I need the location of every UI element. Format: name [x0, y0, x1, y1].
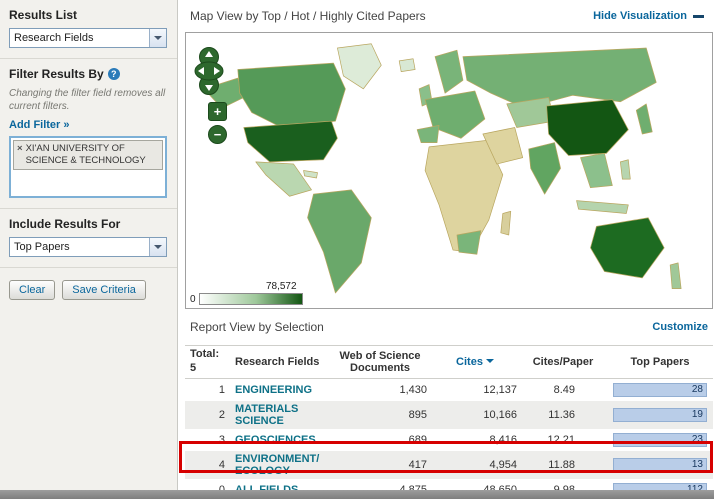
results-list-select[interactable]: Research Fields	[9, 28, 167, 48]
include-results-section: Include Results For Top Papers	[0, 209, 177, 268]
results-list-heading: Results List	[9, 8, 168, 22]
total-count: Total: 5	[185, 346, 231, 378]
top-papers-bar: 13	[613, 458, 707, 472]
zoom-in-button[interactable]: +	[208, 102, 227, 121]
column-header-cites[interactable]: Cites	[431, 354, 519, 370]
clear-button[interactable]: Clear	[9, 280, 55, 300]
filter-heading-label: Filter Results By	[9, 67, 104, 81]
filter-tag: × XI'AN UNIVERSITY OF SCIENCE & TECHNOLO…	[13, 140, 163, 170]
top-papers-bar: 23	[613, 433, 707, 447]
column-header-top-papers: Top Papers	[607, 354, 713, 370]
map-legend: 0 78,572	[190, 281, 303, 305]
docs-value: 417	[329, 457, 431, 473]
cites-value: 12,137	[431, 382, 519, 398]
map-pan-control[interactable]: + −	[194, 47, 224, 144]
report-header-bar: Report View by Selection Customize	[185, 309, 713, 346]
sidebar: Results List Research Fields Filter Resu…	[0, 0, 178, 490]
top-papers-bar: 28	[613, 383, 707, 397]
docs-value: 689	[329, 432, 431, 448]
active-filter-box[interactable]: × XI'AN UNIVERSITY OF SCIENCE & TECHNOLO…	[9, 136, 167, 198]
report-title: Report View by Selection	[190, 320, 324, 334]
results-list-section: Results List Research Fields	[0, 0, 177, 59]
table-row: 1 ENGINEERING 1,430 12,137 8.49 28	[185, 379, 713, 401]
legend-max-label: 78,572	[266, 281, 297, 292]
world-map[interactable]	[186, 33, 712, 308]
field-link[interactable]: ENVIRONMENT/ECOLOGY	[235, 453, 319, 477]
column-header-research-fields: Research Fields	[231, 354, 329, 370]
row-rank: 3	[185, 432, 231, 448]
filter-heading: Filter Results By ?	[9, 67, 168, 81]
row-rank: 2	[185, 407, 231, 423]
sort-descending-icon	[486, 359, 494, 367]
remove-filter-icon[interactable]: ×	[17, 143, 23, 167]
results-list-selected-value: Research Fields	[10, 29, 149, 47]
dropdown-arrow-icon[interactable]	[149, 238, 166, 256]
customize-link[interactable]: Customize	[652, 321, 708, 333]
filter-section: Filter Results By ? Changing the filter …	[0, 59, 177, 209]
minimize-icon[interactable]	[693, 15, 704, 18]
top-papers-value: 19	[692, 409, 703, 420]
top-papers-bar: 19	[613, 408, 707, 422]
esi-app: Results List Research Fields Filter Resu…	[0, 0, 714, 499]
table-row: 3 GEOSCIENCES 689 8,416 12.21 23	[185, 429, 713, 451]
map-header-bar: Map View by Top / Hot / Highly Cited Pap…	[178, 0, 714, 32]
hide-visualization-link[interactable]: Hide Visualization	[593, 10, 687, 22]
include-results-selected-value: Top Papers	[10, 238, 149, 256]
field-link[interactable]: ENGINEERING	[235, 384, 312, 396]
top-papers-value: 13	[692, 459, 703, 470]
map-title: Map View by Top / Hot / Highly Cited Pap…	[190, 9, 426, 23]
cites-per-paper-value: 11.88	[519, 457, 607, 473]
top-papers-value: 28	[692, 384, 703, 395]
help-icon[interactable]: ?	[108, 68, 120, 80]
legend-gradient-bar	[199, 293, 303, 305]
docs-value: 1,430	[329, 382, 431, 398]
table-row: 2 MATERIALS SCIENCE 895 10,166 11.36 19	[185, 401, 713, 429]
filter-tag-label: XI'AN UNIVERSITY OF SCIENCE & TECHNOLOGY	[26, 143, 159, 167]
include-results-heading: Include Results For	[9, 217, 168, 231]
row-rank: 1	[185, 382, 231, 398]
main-content: Map View by Top / Hot / Highly Cited Pap…	[178, 0, 714, 490]
save-criteria-button[interactable]: Save Criteria	[62, 280, 146, 300]
total-label: Total:	[190, 348, 219, 362]
top-papers-value: 23	[692, 434, 703, 445]
dropdown-arrow-icon[interactable]	[149, 29, 166, 47]
field-link[interactable]: GEOSCIENCES	[235, 434, 316, 446]
field-link[interactable]: MATERIALS SCIENCE	[235, 403, 298, 427]
cites-value: 4,954	[431, 457, 519, 473]
zoom-out-button[interactable]: −	[208, 125, 227, 144]
docs-value: 895	[329, 407, 431, 423]
cites-sort-link[interactable]: Cites	[456, 356, 483, 368]
cites-per-paper-value: 12.21	[519, 432, 607, 448]
hide-visualization[interactable]: Hide Visualization	[593, 10, 704, 22]
cites-value: 10,166	[431, 407, 519, 423]
column-header-wos-documents: Web of Science Documents	[329, 348, 431, 376]
table-row-highlighted: 4 ENVIRONMENT/ECOLOGY 417 4,954 11.88 13	[185, 451, 713, 479]
report-table: Total: 5 Research Fields Web of Science …	[185, 346, 713, 499]
cites-per-paper-value: 11.36	[519, 407, 607, 423]
total-value: 5	[190, 362, 196, 376]
bottom-scrollbar[interactable]	[0, 490, 714, 499]
table-header-row: Total: 5 Research Fields Web of Science …	[185, 346, 713, 379]
add-filter-link[interactable]: Add Filter »	[9, 119, 70, 131]
column-header-cites-per-paper: Cites/Paper	[519, 354, 607, 370]
sidebar-buttons: Clear Save Criteria	[0, 268, 177, 312]
map-container: + − 0 78,572	[185, 32, 713, 309]
include-results-select[interactable]: Top Papers	[9, 237, 167, 257]
row-rank: 4	[185, 457, 231, 473]
cites-value: 8,416	[431, 432, 519, 448]
filter-note: Changing the filter field removes all cu…	[9, 87, 168, 113]
legend-min-label: 0	[190, 294, 196, 305]
cites-per-paper-value: 8.49	[519, 382, 607, 398]
